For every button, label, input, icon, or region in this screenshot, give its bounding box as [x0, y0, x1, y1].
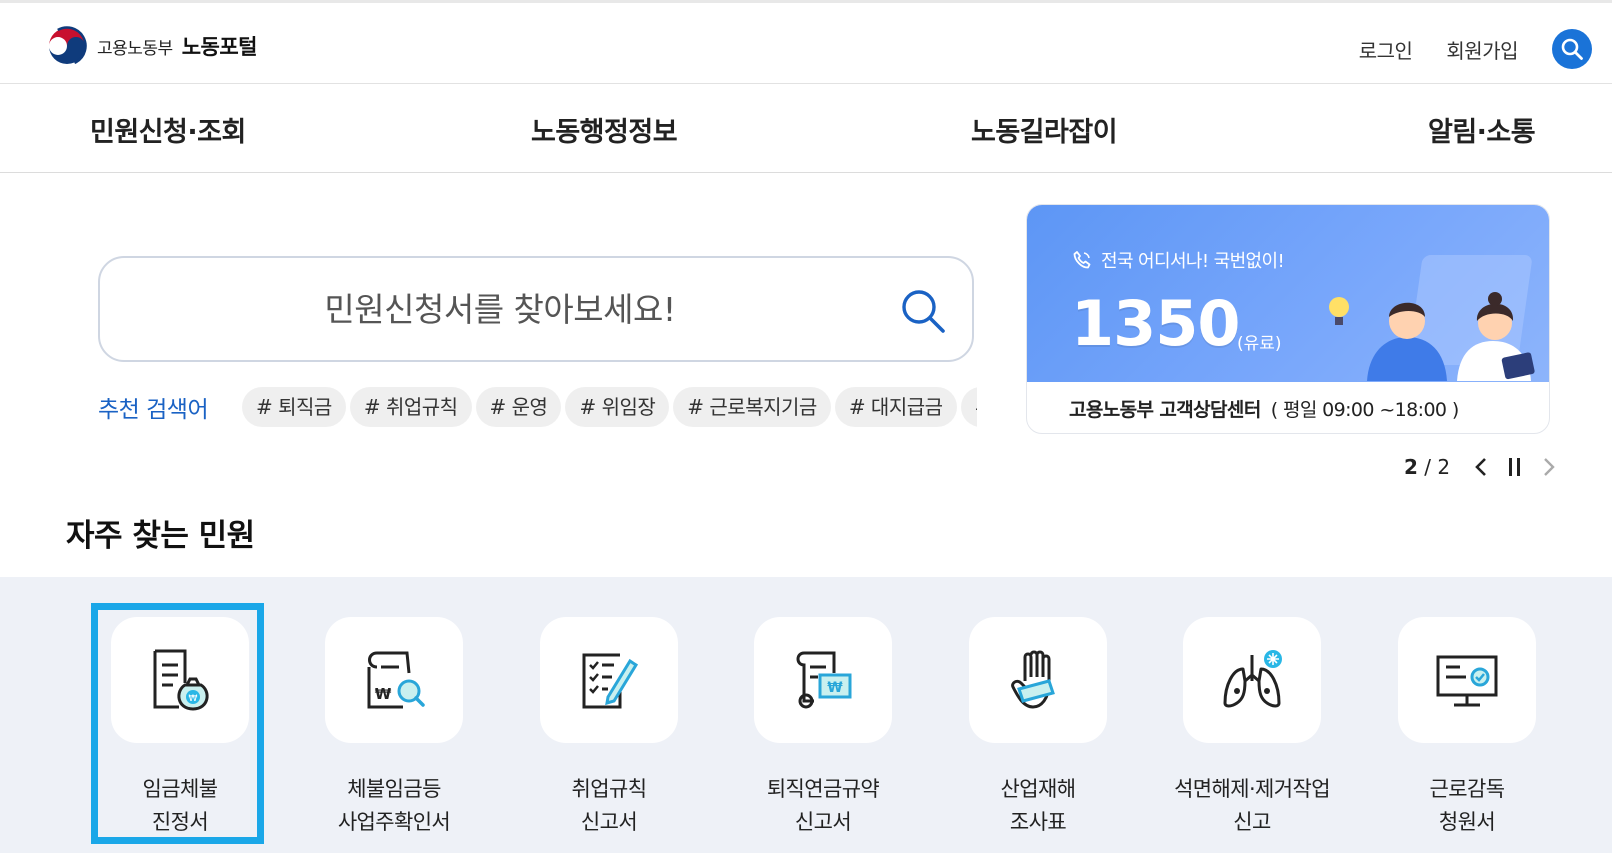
call-center-name: 고용노동부 고객상담센터 — [1069, 399, 1261, 421]
checklist-pen-icon — [582, 653, 639, 709]
banner-controls: 2 / 2 — [1404, 454, 1570, 480]
search-icon — [1561, 38, 1583, 60]
banner-current-page: 2 — [1404, 455, 1418, 479]
banner-total-pages: 2 — [1437, 455, 1451, 479]
recommend-keywords-list: # 퇴직금 # 취업규칙 # 운영 # 위임장 # 근로복지기금 # 대지급금 … — [242, 387, 977, 429]
wage-complaint-icon: ₩ — [153, 649, 209, 711]
service-icon-box — [540, 617, 678, 743]
certificate-icon: ₩ — [796, 651, 852, 709]
banner-prev-button[interactable] — [1468, 454, 1494, 480]
keyword-tag[interactable]: # 취업규칙 — [349, 387, 472, 427]
chevron-left-icon — [1475, 458, 1487, 476]
monitor-check-icon — [1436, 655, 1498, 707]
document-search-icon: ₩ — [367, 651, 425, 709]
keyword-tag[interactable]: # 근로복지기금 — [673, 387, 831, 427]
login-link[interactable]: 로그인 — [1359, 35, 1413, 64]
frequent-services-title: 자주 찾는 민원 — [66, 518, 255, 554]
service-icon-box: ₩ — [111, 617, 249, 743]
gnb-item-admin-info[interactable]: 노동행정정보 — [531, 110, 678, 149]
keyword-tag[interactable]: # 고용보험 — [960, 387, 977, 427]
gnb-item-labor-guide[interactable]: 노동길라잡이 — [971, 110, 1118, 149]
service-label: 근로감독 청원서 — [1429, 777, 1505, 834]
keyword-tag[interactable]: # 위임장 — [565, 387, 670, 427]
svg-text:₩: ₩ — [375, 685, 392, 703]
top-header: 고용노동부 노동포털 로그인 회원가입 — [0, 0, 1612, 84]
call-paid-note: (유료) — [1237, 334, 1282, 354]
service-label: 임금체불 진정서 — [142, 777, 218, 834]
call-center-hours: ( 평일 09:00 ~18:00 ) — [1270, 399, 1460, 421]
service-pension-rules[interactable]: ₩ 퇴직연금규약 신고서 — [738, 617, 908, 839]
svg-text:₩: ₩ — [827, 680, 843, 696]
logo-portal-text: 노동포털 — [181, 35, 258, 59]
svg-text:₩: ₩ — [189, 694, 198, 704]
banner-subtitle-text: 전국 어디서나! 국번없이! — [1101, 251, 1285, 272]
service-label: 체불임금등 사업주확인서 — [337, 777, 451, 834]
keyword-tag[interactable]: # 퇴직금 — [242, 387, 346, 427]
service-work-rules[interactable]: 취업규칙 신고서 — [524, 617, 694, 839]
service-labor-inspection[interactable]: 근로감독 청원서 — [1382, 617, 1552, 839]
phone-icon — [1073, 251, 1091, 269]
gnb-item-civil-apply[interactable]: 민원신청·조회 — [90, 110, 246, 149]
pause-icon — [1509, 458, 1521, 476]
keyword-tag[interactable]: # 대지급금 — [834, 387, 957, 427]
banner-subtitle: 전국 어디서나! 국번없이! — [1071, 247, 1285, 273]
banner-pause-button[interactable] — [1502, 454, 1528, 480]
service-wage-complaint[interactable]: ₩ 임금체불 진정서 — [95, 617, 265, 839]
chevron-right-icon — [1544, 458, 1555, 476]
bandaged-hand-icon — [1011, 650, 1055, 709]
lungs-icon — [1223, 650, 1282, 708]
counselor-illustration-icon — [1329, 255, 1535, 381]
service-label: 산업재해 조사표 — [1000, 777, 1076, 834]
service-asbestos-removal[interactable]: 석면해제·제거작업 신고 — [1167, 617, 1337, 839]
taegeuk-logo-icon — [47, 26, 87, 66]
civil-search-box — [98, 256, 974, 362]
logo-ministry-text: 고용노동부 — [97, 38, 173, 59]
call-number: 1350 — [1071, 287, 1241, 360]
service-label: 퇴직연금규약 신고서 — [766, 777, 880, 834]
civil-search-input[interactable] — [120, 258, 880, 360]
call-center-banner[interactable]: 전국 어디서나! 국번없이! 1350 (유료) 고용노동부 고객상담센터 ( … — [1026, 204, 1550, 434]
main-navigation: 민원신청·조회 노동행정정보 노동길라잡이 알림·소통 — [0, 84, 1612, 173]
banner-caption: 고용노동부 고객상담센터 ( 평일 09:00 ~18:00 ) — [1027, 382, 1549, 433]
gnb-item-notice[interactable]: 알림·소통 — [1428, 110, 1536, 149]
banner-pager: 2 / 2 — [1404, 455, 1451, 479]
banner-visual: 전국 어디서나! 국번없이! 1350 (유료) — [1027, 205, 1549, 382]
service-icon-box: ₩ — [325, 617, 463, 743]
service-industrial-accident[interactable]: 산업재해 조사표 — [953, 617, 1123, 839]
service-label: 석면해제·제거작업 신고 — [1174, 777, 1330, 834]
service-unpaid-wage-confirm[interactable]: ₩ 체불임금등 사업주확인서 — [309, 617, 479, 839]
signup-link[interactable]: 회원가입 — [1446, 35, 1518, 64]
recommend-keywords-label: 추천 검색어 — [98, 397, 209, 423]
banner-next-button[interactable] — [1536, 454, 1562, 480]
search-submit-icon[interactable] — [898, 286, 948, 336]
service-icon-box — [1398, 617, 1536, 743]
utility-nav: 로그인 회원가입 — [1359, 29, 1592, 69]
global-search-button[interactable] — [1552, 29, 1592, 69]
service-icon-box: ₩ — [754, 617, 892, 743]
site-logo[interactable]: 고용노동부 노동포털 — [46, 25, 257, 67]
service-icon-box — [969, 617, 1107, 743]
keyword-tag[interactable]: # 운영 — [475, 387, 562, 427]
service-label: 취업규칙 신고서 — [571, 777, 647, 834]
service-icon-box — [1183, 617, 1321, 743]
